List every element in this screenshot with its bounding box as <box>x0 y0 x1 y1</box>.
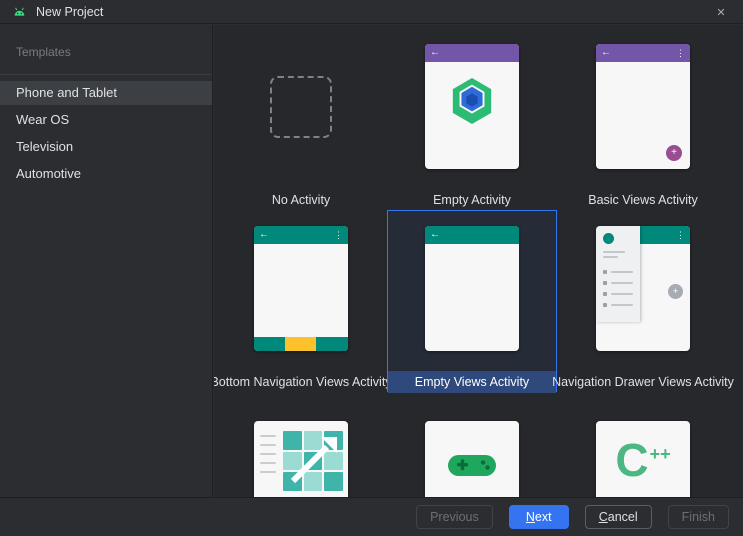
empty-activity-preview: ← <box>425 44 519 169</box>
footer-button-bar: Previous Next Cancel Finish <box>416 505 729 529</box>
template-label: No Activity <box>272 189 330 211</box>
sidebar-header: Templates <box>16 45 71 59</box>
template-bottom-navigation-views-activity[interactable]: ← ⋮ Bottom Navigation Views Activity <box>216 210 386 392</box>
next-button[interactable]: Next <box>509 505 569 529</box>
sidebar-separator <box>0 74 212 75</box>
back-arrow-icon: ← <box>259 230 269 240</box>
template-label: Navigation Drawer Views Activity <box>552 371 734 393</box>
cancel-button[interactable]: Cancel <box>585 505 652 529</box>
nav-drawer-preview: ⋮ + <box>596 226 690 351</box>
template-empty-activity[interactable]: ← Empty Activity <box>387 28 557 212</box>
sidebar-item-list: Phone and Tablet Wear OS Television Auto… <box>0 81 212 189</box>
dialog-titlebar: New Project ✕ <box>0 0 743 24</box>
dialog-footer: Previous Next Cancel Finish <box>0 497 743 536</box>
sidebar-item-wear-os[interactable]: Wear OS <box>0 108 212 132</box>
kebab-menu-icon: ⋮ <box>676 49 685 58</box>
template-native-cpp[interactable]: C++ <box>558 405 728 497</box>
cpp-preview: C++ <box>596 421 690 497</box>
trend-arrow-icon <box>283 431 343 491</box>
cpp-logo-c: C <box>615 434 648 486</box>
previous-button-label: Previous <box>430 510 479 524</box>
back-arrow-icon: ← <box>601 48 611 58</box>
responsive-preview <box>254 421 348 497</box>
sidebar-item-television[interactable]: Television <box>0 135 212 159</box>
back-arrow-icon: ← <box>430 230 440 240</box>
bottom-nav-preview: ← ⋮ <box>254 226 348 351</box>
template-game-activity[interactable] <box>387 405 557 497</box>
compose-logo-icon <box>425 76 519 126</box>
next-button-label: Next <box>526 510 552 524</box>
templates-sidebar: Templates Phone and Tablet Wear OS Telev… <box>0 25 213 497</box>
basic-views-preview: ← ⋮ + <box>596 44 690 169</box>
game-preview <box>425 421 519 497</box>
bottom-nav-bar <box>254 337 348 351</box>
list-lines <box>260 435 276 473</box>
plus-icon: + <box>673 287 678 296</box>
drawer-panel <box>596 226 640 322</box>
template-empty-views-activity[interactable]: ← Empty Views Activity <box>387 210 557 392</box>
android-logo-icon <box>12 6 27 18</box>
fab-icon: + <box>666 145 682 161</box>
template-basic-views-activity[interactable]: ← ⋮ + Basic Views Activity <box>558 28 728 212</box>
template-label: Empty Activity <box>433 189 511 211</box>
dashed-placeholder-icon <box>270 76 332 138</box>
preview-appbar: ← <box>425 44 519 62</box>
cpp-logo-icon: C++ <box>596 437 690 483</box>
sidebar-item-automotive[interactable]: Automotive <box>0 162 212 186</box>
template-responsive-views[interactable] <box>216 405 386 497</box>
finish-button-label: Finish <box>682 510 715 524</box>
template-no-activity[interactable]: No Activity <box>216 28 386 212</box>
template-label: Bottom Navigation Views Activity <box>214 371 392 393</box>
template-navigation-drawer-views-activity[interactable]: ⋮ + Navigation Drawer Views Activity <box>558 210 728 392</box>
preview-appbar: ← ⋮ <box>596 44 690 62</box>
finish-button: Finish <box>668 505 729 529</box>
drawer-avatar-icon <box>603 233 614 244</box>
preview-appbar: ← <box>425 226 519 244</box>
no-activity-preview <box>254 44 348 169</box>
back-arrow-icon: ← <box>430 48 440 58</box>
gamepad-icon <box>425 451 519 481</box>
plus-icon: + <box>671 148 677 158</box>
kebab-menu-icon: ⋮ <box>334 231 343 240</box>
template-gallery: No Activity ← Empty Activity ← ⋮ <box>214 25 743 497</box>
preview-appbar: ← ⋮ <box>254 226 348 244</box>
cpp-logo-plusplus: ++ <box>650 444 671 464</box>
sidebar-item-phone-and-tablet[interactable]: Phone and Tablet <box>0 81 212 105</box>
empty-views-preview: ← <box>425 226 519 351</box>
kebab-menu-icon: ⋮ <box>676 231 685 240</box>
template-label-selected: Empty Views Activity <box>388 371 556 393</box>
bottom-nav-selected-tab <box>285 337 316 351</box>
cancel-button-label: Cancel <box>599 510 638 524</box>
fab-icon: + <box>668 284 683 299</box>
dialog-title: New Project <box>36 5 103 19</box>
previous-button: Previous <box>416 505 493 529</box>
close-icon[interactable]: ✕ <box>711 0 731 24</box>
template-label: Basic Views Activity <box>588 189 698 211</box>
